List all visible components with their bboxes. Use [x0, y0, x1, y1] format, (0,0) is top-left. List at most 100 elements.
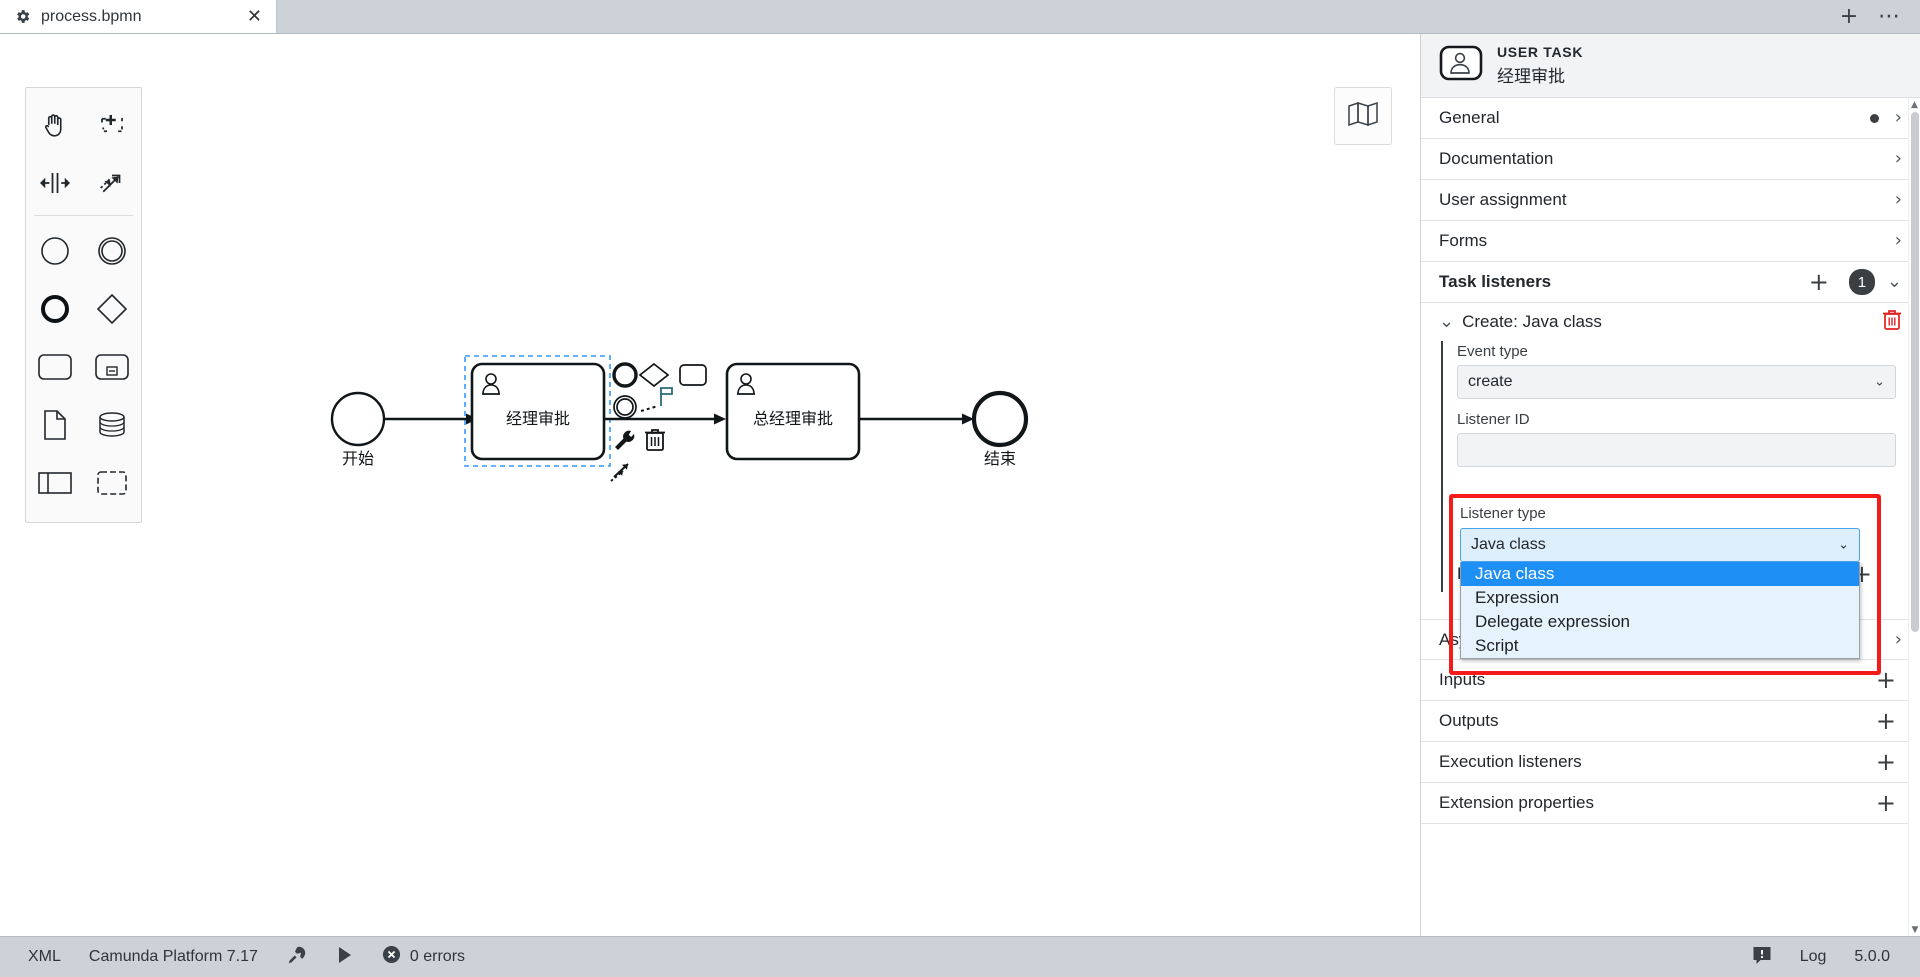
more-menu-button[interactable]: ⋯ [1872, 2, 1906, 32]
option-java-class[interactable]: Java class [1461, 562, 1859, 586]
listener-id-input[interactable] [1457, 433, 1896, 467]
field-event-type: Event type create ⌄ [1457, 343, 1896, 399]
group-inputs[interactable]: Inputs + [1421, 660, 1920, 701]
deploy-button[interactable] [272, 937, 322, 977]
listener-type-label: Listener type [1460, 505, 1546, 522]
main-body: 开始 经理审批 总经理审批 结束 USER TASK 经理审批 General … [0, 34, 1920, 936]
chevron-down-icon[interactable]: ⌄ [1439, 313, 1454, 331]
chevron-right-icon: › [1894, 230, 1902, 251]
group-extension-properties[interactable]: Extension properties + [1421, 783, 1920, 824]
properties-panel: USER TASK 经理审批 General › Documentation › [1420, 34, 1920, 936]
scroll-up-arrow-icon[interactable]: ▲ [1909, 98, 1920, 111]
group-general-label: General [1439, 108, 1500, 127]
chevron-right-icon: › [1894, 148, 1902, 169]
version-label: 5.0.0 [1854, 948, 1890, 965]
option-script[interactable]: Script [1461, 634, 1859, 658]
xml-label: XML [28, 948, 61, 965]
add-extension-property-button[interactable]: + [1870, 791, 1902, 815]
element-type-label: USER TASK [1497, 44, 1584, 60]
tab-process-bpmn[interactable]: process.bpmn ✕ [0, 0, 277, 33]
end-event-label: 结束 [984, 450, 1016, 468]
element-name-label: 经理审批 [1497, 67, 1565, 86]
task2-label: 总经理审批 [753, 410, 833, 428]
task-listener-entry-title: Create: Java class [1462, 312, 1602, 331]
log-button[interactable] [1738, 945, 1786, 970]
version-label-item: 5.0.0 [1840, 948, 1904, 966]
platform-selector[interactable]: Camunda Platform 7.17 [75, 937, 272, 977]
group-task-listeners-label: Task listeners [1439, 272, 1552, 291]
add-execution-listener-button[interactable]: + [1870, 750, 1902, 774]
chevron-down-icon[interactable]: ⌄ [1887, 273, 1902, 291]
notification-icon [1752, 945, 1772, 970]
minimap-toggle-button[interactable] [1334, 87, 1392, 145]
scrollbar-thumb[interactable] [1911, 112, 1919, 632]
add-task-listener-button[interactable]: + [1803, 270, 1835, 294]
event-type-value: create [1468, 373, 1513, 390]
log-label: Log [1799, 948, 1827, 965]
map-icon [1347, 100, 1379, 133]
wrench-icon [615, 430, 635, 450]
group-user-assignment[interactable]: User assignment › [1421, 180, 1920, 221]
event-type-select[interactable]: create ⌄ [1457, 365, 1896, 399]
group-documentation[interactable]: Documentation › [1421, 139, 1920, 180]
context-pad [610, 362, 707, 482]
user-task-icon [1439, 45, 1483, 86]
general-modified-dot [1869, 113, 1879, 123]
status-bar: XML Camunda Platform 7.17 0 errors Log 5… [0, 936, 1920, 977]
group-execution-listeners[interactable]: Execution listeners + [1421, 742, 1920, 783]
play-icon [336, 945, 354, 970]
tab-title: process.bpmn [41, 7, 142, 25]
group-general[interactable]: General › [1421, 98, 1920, 139]
xml-view-button[interactable]: XML [14, 937, 75, 977]
run-button[interactable] [322, 937, 368, 977]
errors-indicator[interactable]: 0 errors [368, 937, 479, 977]
start-event-label: 开始 [342, 450, 374, 468]
group-outputs-label: Outputs [1439, 711, 1499, 730]
field-listener-id: Listener ID [1457, 411, 1896, 467]
group-extension-properties-label: Extension properties [1439, 793, 1594, 812]
properties-scrollbar[interactable]: ▲ ▼ [1908, 98, 1920, 936]
listener-type-options-list[interactable]: Java class Expression Delegate expressio… [1460, 562, 1860, 659]
listener-type-field: Listener type Java class ⌄ Java class Ex… [1460, 505, 1860, 659]
group-task-listeners[interactable]: Task listeners + 1 ⌄ [1421, 262, 1920, 303]
group-documentation-label: Documentation [1439, 149, 1554, 168]
listener-type-value: Java class [1471, 536, 1546, 553]
tab-bar: process.bpmn ✕ + ⋯ [0, 0, 1920, 34]
add-output-button[interactable]: + [1870, 709, 1902, 733]
properties-header: USER TASK 经理审批 [1421, 34, 1920, 98]
tab-bar-actions: + ⋯ [1832, 0, 1920, 33]
listener-id-label: Listener ID [1457, 411, 1530, 428]
group-outputs[interactable]: Outputs + [1421, 701, 1920, 742]
chevron-right-icon: › [1894, 628, 1902, 650]
event-type-label: Event type [1457, 343, 1528, 360]
add-input-button[interactable]: + [1870, 668, 1902, 692]
chevron-down-icon: ⌄ [1838, 537, 1849, 553]
group-execution-listeners-label: Execution listeners [1439, 752, 1582, 771]
close-icon[interactable]: ✕ [243, 6, 266, 28]
task-listener-entry-header[interactable]: ⌄ Create: Java class [1421, 303, 1920, 341]
status-bar-right: Log 5.0.0 [1738, 945, 1904, 970]
group-user-assignment-label: User assignment [1439, 190, 1567, 209]
log-label-button[interactable]: Log [1786, 948, 1841, 966]
option-delegate-expression[interactable]: Delegate expression [1461, 610, 1859, 634]
bpmn-diagram[interactable]: 开始 经理审批 总经理审批 结束 [0, 34, 1150, 554]
scroll-down-arrow-icon[interactable]: ▼ [1909, 923, 1920, 936]
platform-label: Camunda Platform 7.17 [88, 948, 258, 965]
new-tab-button[interactable]: + [1832, 2, 1866, 32]
group-forms[interactable]: Forms › [1421, 221, 1920, 262]
connect-arrow-icon [610, 463, 629, 482]
chevron-right-icon: › [1894, 107, 1902, 128]
chevron-down-icon: ⌄ [1874, 374, 1885, 390]
listener-type-select[interactable]: Java class ⌄ [1460, 528, 1860, 562]
task1-label: 经理审批 [506, 410, 570, 428]
group-forms-label: Forms [1439, 231, 1488, 250]
delete-task-listener-button[interactable] [1882, 309, 1902, 335]
rocket-icon [286, 944, 308, 971]
group-inputs-label: Inputs [1439, 670, 1486, 689]
option-expression[interactable]: Expression [1461, 586, 1859, 610]
chevron-right-icon: › [1894, 189, 1902, 210]
bpmn-canvas[interactable]: 开始 经理审批 总经理审批 结束 [0, 34, 1420, 936]
gear-icon [14, 8, 31, 25]
task-listener-count-badge: 1 [1848, 269, 1875, 295]
errors-label: 0 errors [409, 948, 466, 965]
